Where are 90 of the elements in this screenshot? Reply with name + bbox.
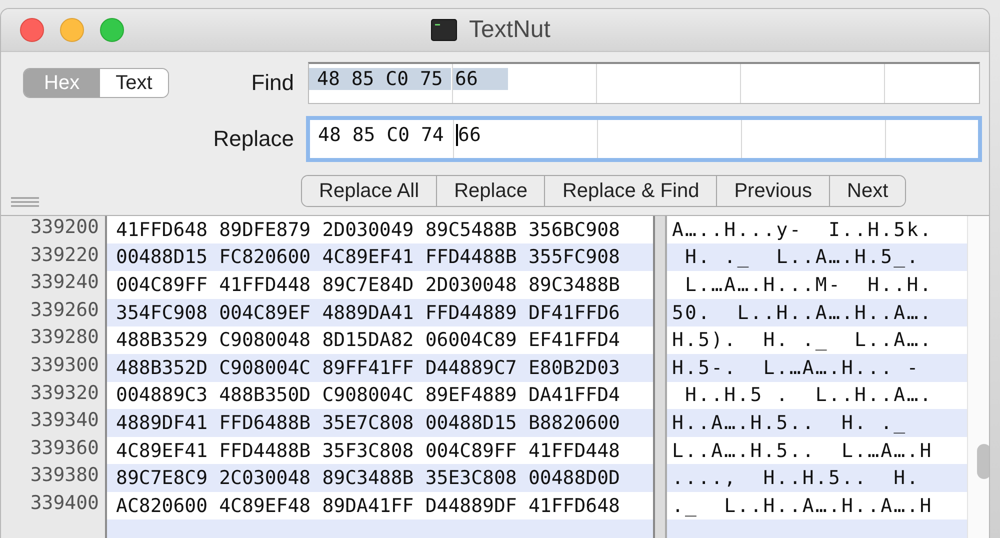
replace-field[interactable]: 48 85 C0 74 66 <box>306 116 982 162</box>
hex-word: 4889DA41 <box>322 302 414 324</box>
ascii-text: L.…A….H...M- H..H. <box>684 274 933 296</box>
hex-word: FFD4488B <box>219 440 311 462</box>
ascii-text: H..H.5 . L..H..A…. <box>684 384 933 406</box>
hex-word: 35E7C808 <box>322 412 414 434</box>
hex-word: 41FFD648 <box>528 494 620 517</box>
hex-word: E80B2D03 <box>528 356 620 379</box>
hex-word: 4C89EF41 <box>116 440 208 462</box>
hex-word: 41FFD448 <box>219 274 311 296</box>
replace-label: Replace <box>213 126 294 152</box>
hex-word: 2C030048 <box>219 467 311 490</box>
hex-word: DF41FFD6 <box>528 302 620 324</box>
offset-number: 339280 <box>29 326 100 350</box>
hex-word: 004889C3 <box>116 384 208 406</box>
offset-number: 339220 <box>29 244 100 268</box>
hex-word: FFD4488B <box>425 246 517 268</box>
hex-word: B8820600 <box>528 412 620 434</box>
hex-word: 8D15DA82 <box>322 329 414 352</box>
hex-word: 89FF41FF <box>322 356 414 379</box>
hex-word: C908004C <box>219 356 311 379</box>
hex-word: FC820600 <box>219 246 311 268</box>
ascii-text: ._ L..H..A….H..A….H <box>672 494 933 517</box>
terminal-icon <box>431 19 457 41</box>
hex-word: 4889DF41 <box>116 412 208 434</box>
hex-word: 488B3529 <box>116 329 208 352</box>
hex-word: 89DA41FF <box>322 494 414 517</box>
hex-word: 89C5488B <box>425 218 517 241</box>
offset-number: 339240 <box>29 271 100 296</box>
hex-word: 41FFD648 <box>116 218 208 241</box>
hex-word: 41FFD448 <box>528 440 620 462</box>
hex-word: 06004C89 <box>425 329 517 352</box>
hex-word: 89C7E8C9 <box>116 467 208 490</box>
hex-word: 89C3488B <box>528 274 620 296</box>
hex-word: EF41FFD4 <box>528 329 620 352</box>
ascii-text: 50. L..H..A….H..A…. <box>672 302 933 324</box>
hex-word: 89C3488B <box>322 467 414 490</box>
offset-number: 339260 <box>29 298 100 323</box>
hex-word: D44889C7 <box>425 356 517 379</box>
hex-word: 2D030048 <box>425 274 517 296</box>
ascii-text: H.5-. L.…A….H... - <box>672 356 920 379</box>
hex-word: D44889DF <box>425 494 517 517</box>
hex-word: 488B352D <box>116 356 208 379</box>
offset-number: 339340 <box>29 409 100 434</box>
hex-word: DA41FFD4 <box>528 384 620 406</box>
hex-word: FFD44889 <box>425 302 517 324</box>
hex-word: 00488D15 <box>425 412 517 434</box>
hex-word: 004C89EF <box>219 302 311 324</box>
window-title: TextNut <box>469 16 550 44</box>
offset-number: 339200 <box>29 216 100 240</box>
hex-word: 488B350D <box>219 384 311 406</box>
offset-number: 339400 <box>29 492 100 516</box>
resize-handle-icon[interactable] <box>11 197 39 207</box>
ascii-text: H. ._ L..A….H.5_. <box>684 246 920 268</box>
mode-tab[interactable]: Text <box>100 69 168 97</box>
hex-word: C908004C <box>322 384 414 406</box>
ascii-text: H..A….H.5.. H. ._ <box>672 412 907 434</box>
hex-word: 356BC908 <box>528 218 620 241</box>
hex-word: 2D030049 <box>322 218 414 241</box>
find-label: Find <box>251 70 294 96</box>
offset-number: 339300 <box>29 354 100 378</box>
hex-word: 35E3C808 <box>425 467 517 490</box>
ascii-text: A…..H...y- I..H.5k. <box>672 218 933 241</box>
hex-word: 354FC908 <box>116 302 208 324</box>
hex-word: 004C89FF <box>425 440 517 462</box>
action-button[interactable]: Replace All <box>302 176 438 206</box>
hex-word: 4C89EF41 <box>322 246 414 268</box>
hex-word: FFD6488B <box>219 412 311 434</box>
hex-word: 89EF4889 <box>425 384 517 406</box>
hex-word: 35F3C808 <box>322 440 414 462</box>
zoom-button[interactable] <box>100 18 124 42</box>
ascii-text: H.5). H. ._ L..A…. <box>672 329 933 352</box>
offset-number: 339360 <box>29 436 100 461</box>
offset-number: 339320 <box>29 382 100 406</box>
hex-word: C9080048 <box>219 329 311 352</box>
minimize-button[interactable] <box>60 18 84 42</box>
hex-word: 004C89FF <box>116 274 208 296</box>
hex-word: 355FC908 <box>528 246 620 268</box>
hex-word: 00488D15 <box>116 246 208 268</box>
hex-word: 00488D0D <box>528 467 620 490</box>
ascii-text: ...., H..H.5.. H. <box>672 467 920 490</box>
offset-number: 339380 <box>29 464 100 488</box>
scroll-thumb[interactable] <box>977 444 989 479</box>
close-button[interactable] <box>20 18 44 42</box>
ascii-text: L..A….H.5.. L.…A….H <box>672 440 933 462</box>
hex-word: AC820600 <box>116 494 208 517</box>
hex-word: 89DFE879 <box>219 218 311 241</box>
hex-word: 4C89EF48 <box>219 494 311 517</box>
find-field[interactable]: 48 85 C0 75 66 <box>308 62 980 104</box>
hex-word: 89C7E84D <box>322 274 414 296</box>
